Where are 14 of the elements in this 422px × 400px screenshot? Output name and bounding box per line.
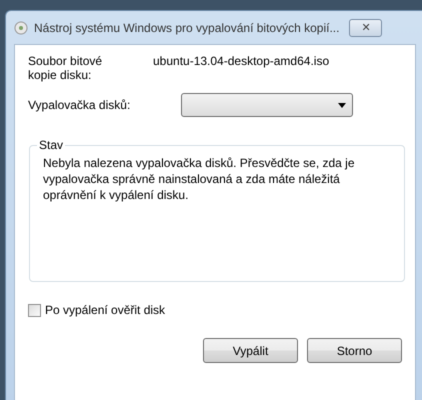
image-file-label: Soubor bitové kopie disku:	[28, 54, 104, 82]
close-button[interactable]: ✕	[349, 18, 382, 36]
cancel-button[interactable]: Storno	[307, 338, 402, 363]
verify-label: Po vypálení ověřit disk	[45, 303, 166, 317]
status-legend: Stav	[37, 138, 66, 152]
burner-dropdown[interactable]	[181, 93, 353, 117]
status-message: Nebyla nalezena vypalovačka disků. Přesvědčte se, zda je vypalovačka správně nainstalovaná a zda máte náležitá oprávnění k vypálení disku.	[43, 155, 356, 203]
image-file-name: ubuntu-13.04-desktop-amd64.iso	[153, 54, 330, 70]
caret-icon	[338, 102, 346, 108]
window-title: Nástroj systému Windows pro vypalování bitových kopií...	[34, 20, 340, 34]
burn-button[interactable]: Vypálit	[203, 338, 298, 363]
disc-icon	[14, 20, 28, 34]
verify-checkbox[interactable]	[28, 304, 41, 316]
burner-label: Vypalovačka disků:	[28, 98, 132, 112]
